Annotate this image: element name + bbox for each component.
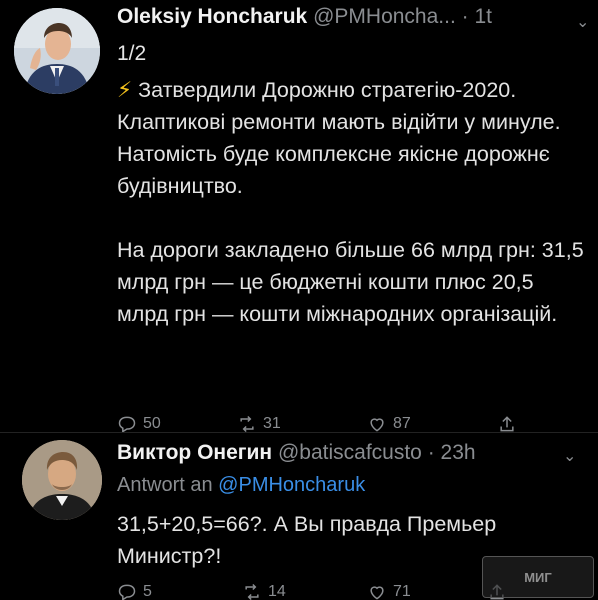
retweet-button[interactable]: 14	[242, 582, 286, 600]
like-count: 71	[393, 583, 411, 600]
avatar[interactable]	[14, 8, 100, 94]
like-button[interactable]: 87	[367, 414, 411, 434]
reply-button[interactable]: 5	[117, 582, 152, 600]
tweet-paragraph: На дороги закладено більше 66 млрд грн: …	[117, 238, 584, 326]
avatar-portrait-icon	[22, 440, 102, 520]
reply-count: 5	[143, 583, 152, 600]
like-count: 87	[393, 415, 411, 432]
reply-button[interactable]: 50	[117, 414, 161, 434]
retweet-button[interactable]: 31	[237, 414, 281, 434]
share-button[interactable]	[497, 414, 517, 434]
avatar-portrait-icon	[14, 8, 100, 94]
avatar[interactable]	[22, 440, 102, 520]
tweet-main[interactable]: Oleksiy Honcharuk @PMHoncha... · 1t ⌄ 1/…	[0, 0, 598, 434]
retweet-count: 14	[268, 583, 286, 600]
reply-icon	[118, 416, 136, 433]
reply-prefix: Antwort an	[117, 474, 213, 496]
reply-count: 50	[143, 415, 161, 432]
reply-icon	[118, 584, 136, 600]
paragraph-text: Затвердили Дорожню стратегію-2020. Клапт…	[117, 78, 561, 198]
tweet-thread-screen: Oleksiy Honcharuk @PMHoncha... · 1t ⌄ 1/…	[0, 0, 598, 600]
retweet-icon	[240, 415, 254, 433]
tweet-time[interactable]: 1t	[475, 5, 493, 28]
like-icon	[370, 586, 384, 600]
tweet-time[interactable]: 23h	[441, 441, 476, 464]
thread-counter: 1/2	[117, 42, 147, 65]
tweet-paragraph: ⚡ Затвердили Дорожню стратегію-2020. Клап…	[117, 74, 587, 202]
lightning-icon: ⚡	[117, 78, 133, 102]
separator-dot: ·	[427, 441, 435, 464]
retweet-count: 31	[263, 415, 281, 432]
separator-dot: ·	[461, 5, 469, 28]
chevron-down-icon[interactable]: ⌄	[576, 12, 589, 32]
reply-mention-link[interactable]: @PMHoncharuk	[218, 474, 365, 496]
retweet-icon	[245, 583, 259, 600]
author-name[interactable]: Oleksiy Honcharuk	[117, 5, 307, 28]
author-handle[interactable]: @PMHoncha...	[313, 5, 456, 28]
like-icon	[370, 418, 384, 432]
like-button[interactable]: 71	[367, 582, 411, 600]
author-name[interactable]: Виктор Онегин	[117, 441, 272, 464]
tweet-body: ⚡ Затвердили Дорожню стратегію-2020. Клап…	[117, 74, 587, 330]
author-handle[interactable]: @batiscafcusto	[278, 441, 422, 464]
reply-context: Antwort an @PMHoncharuk	[117, 474, 365, 497]
chevron-down-icon[interactable]: ⌄	[563, 446, 576, 466]
watermark-logo: МИГ	[482, 556, 594, 598]
tweet-header: Виктор Онегин @batiscafcusto · 23h	[117, 440, 476, 466]
share-icon	[500, 416, 514, 432]
tweet-header: Oleksiy Honcharuk @PMHoncha... · 1t	[117, 4, 492, 30]
